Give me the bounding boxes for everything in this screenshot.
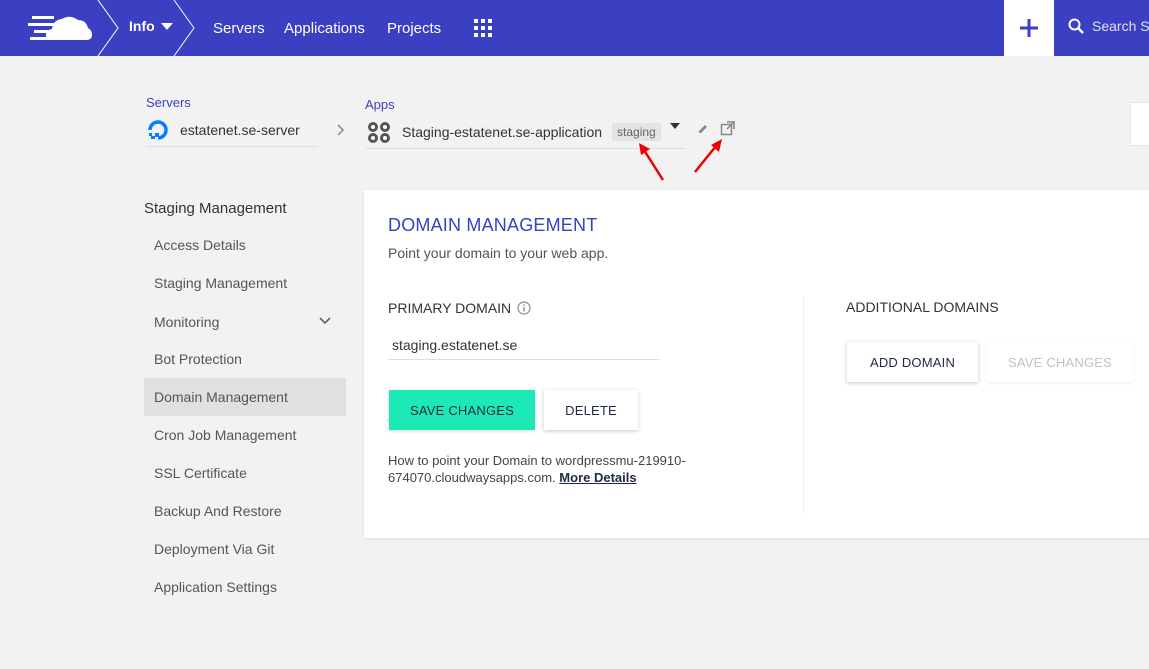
cloudways-logo-icon[interactable] bbox=[28, 10, 94, 46]
breadcrumb-separator-icon bbox=[173, 0, 195, 56]
external-link-icon[interactable] bbox=[720, 121, 735, 136]
nav-servers-link[interactable]: Servers bbox=[213, 20, 265, 37]
apps-grid-icon[interactable] bbox=[474, 19, 492, 37]
info-label: Info bbox=[129, 18, 155, 34]
page-title: DOMAIN MANAGEMENT bbox=[388, 215, 598, 235]
help-text-body: How to point your Domain to wordpressmu-… bbox=[388, 453, 686, 485]
sidebar-item-domain-management[interactable]: Domain Management bbox=[144, 378, 346, 416]
search-placeholder: Search S bbox=[1092, 18, 1149, 34]
sidebar-item-application-settings[interactable]: Application Settings bbox=[144, 568, 346, 606]
sidebar-item-label: Domain Management bbox=[154, 389, 288, 405]
primary-domain-input[interactable] bbox=[388, 330, 659, 360]
search-icon bbox=[1068, 18, 1084, 34]
add-new-button[interactable] bbox=[1004, 0, 1054, 56]
sidebar-item-ssl-certificate[interactable]: SSL Certificate bbox=[144, 454, 346, 492]
servers-label: Servers bbox=[146, 95, 191, 110]
caret-down-icon bbox=[160, 22, 173, 30]
save-changes-button[interactable]: SAVE CHANGES bbox=[389, 390, 535, 430]
sidebar-item-staging-management[interactable]: Staging Management bbox=[144, 264, 346, 302]
sidebar-item-label: Staging Management bbox=[154, 275, 288, 291]
sidebar-item-monitoring[interactable]: Monitoring bbox=[144, 303, 346, 341]
nav-projects-link[interactable]: Projects bbox=[387, 20, 441, 37]
digitalocean-icon bbox=[148, 119, 168, 140]
column-divider bbox=[803, 298, 804, 513]
nav-applications-link[interactable]: Applications bbox=[284, 20, 365, 37]
page-subtitle: Point your domain to your web app. bbox=[388, 245, 609, 261]
application-name: Staging-estatenet.se-application bbox=[402, 123, 603, 140]
more-details-link[interactable]: More Details bbox=[559, 470, 636, 485]
delete-button[interactable]: DELETE bbox=[544, 390, 638, 430]
chevron-right-icon bbox=[337, 124, 345, 136]
domain-management-card: DOMAIN MANAGEMENT Point your domain to y… bbox=[364, 190, 1149, 538]
sidebar-title: Staging Management bbox=[144, 200, 287, 217]
primary-domain-label: PRIMARY DOMAIN bbox=[388, 300, 531, 316]
sidebar-item-label: Backup And Restore bbox=[154, 503, 282, 519]
info-icon[interactable] bbox=[517, 301, 531, 315]
apps-label: Apps bbox=[365, 97, 395, 112]
server-name: estatenet.se-server bbox=[180, 121, 300, 138]
sidebar-item-label: Cron Job Management bbox=[154, 427, 297, 443]
help-text: How to point your Domain to wordpressmu-… bbox=[388, 452, 758, 486]
sidebar-item-label: Application Settings bbox=[154, 579, 277, 595]
sidebar-item-backup-and-restore[interactable]: Backup And Restore bbox=[144, 492, 346, 530]
server-selector[interactable]: estatenet.se-server bbox=[146, 113, 318, 147]
sidebar-item-label: Monitoring bbox=[154, 314, 220, 330]
sidebar-item-bot-protection[interactable]: Bot Protection bbox=[144, 340, 346, 378]
annotation-arrow-icon bbox=[639, 143, 665, 181]
add-domain-button[interactable]: ADD DOMAIN bbox=[847, 342, 978, 382]
sidebar-item-label: SSL Certificate bbox=[154, 465, 247, 481]
edit-pencil-icon[interactable] bbox=[697, 123, 709, 135]
staging-badge: staging bbox=[612, 122, 661, 141]
plus-icon bbox=[1020, 19, 1038, 37]
sidebar-item-label: Deployment Via Git bbox=[154, 541, 275, 557]
additional-domains-label: ADDITIONAL DOMAINS bbox=[846, 299, 999, 315]
primary-domain-label-text: PRIMARY DOMAIN bbox=[388, 300, 512, 316]
chevron-down-icon bbox=[319, 317, 331, 325]
sidebar-item-cron-job-management[interactable]: Cron Job Management bbox=[144, 416, 346, 454]
save-additional-changes-button[interactable]: SAVE CHANGES bbox=[987, 342, 1133, 382]
search-box[interactable]: Search S bbox=[1068, 18, 1149, 34]
sidebar-item-label: Access Details bbox=[154, 237, 246, 253]
info-dropdown[interactable]: Info bbox=[129, 18, 173, 34]
sidebar-item-label: Bot Protection bbox=[154, 351, 242, 367]
side-panel-toggle[interactable] bbox=[1130, 102, 1149, 146]
sidebar-item-deployment-via-git[interactable]: Deployment Via Git bbox=[144, 530, 346, 568]
top-navigation-bar: Info Servers Applications Projects Searc… bbox=[0, 0, 1149, 56]
wordpress-multisite-icon bbox=[368, 121, 390, 143]
annotation-arrow-icon bbox=[694, 139, 722, 173]
sidebar-item-access-details[interactable]: Access Details bbox=[144, 226, 346, 264]
breadcrumb-separator-icon bbox=[97, 0, 119, 56]
app-dropdown-caret-icon[interactable] bbox=[670, 123, 680, 129]
